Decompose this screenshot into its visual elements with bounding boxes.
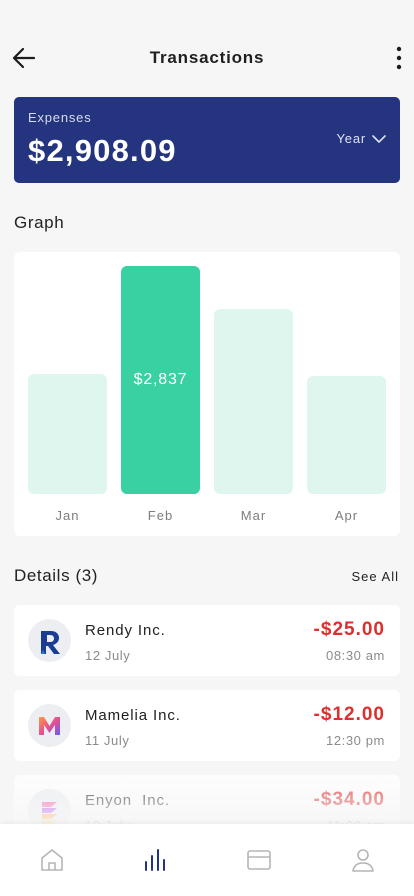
period-selector[interactable]: Year — [337, 131, 386, 146]
mamelia-logo-icon — [28, 704, 71, 747]
details-title: Details (3) — [14, 566, 99, 585]
expenses-label: Expenses — [28, 110, 92, 125]
home-icon[interactable] — [38, 846, 66, 874]
user-icon[interactable] — [349, 846, 377, 874]
expenses-card: Expenses $2,908.09 Year — [14, 97, 400, 183]
see-all-link[interactable]: See All — [352, 569, 399, 584]
period-label: Year — [336, 131, 366, 146]
transaction-name: Mamelia Inc. — [85, 707, 181, 724]
x-tick-label: Mar — [240, 508, 267, 523]
chevron-down-icon — [372, 134, 386, 143]
x-tick-label: Apr — [334, 508, 359, 523]
chart-card: Jan $2,837 Feb Mar Apr — [14, 252, 400, 536]
card-icon[interactable] — [245, 846, 273, 874]
transaction-date: 11 July — [85, 733, 130, 748]
bottom-tab-bar — [0, 824, 414, 896]
transaction-time: 12:30 pm — [325, 733, 385, 748]
bar-chart-icon[interactable] — [141, 846, 169, 874]
chart-bar-mar[interactable] — [214, 309, 293, 494]
app-header: Transactions — [0, 36, 414, 80]
bar-value-label: $2,837 — [133, 371, 188, 388]
expenses-amount: $2,908.09 — [28, 133, 177, 168]
x-tick-label: Feb — [147, 508, 174, 523]
graph-title: Graph — [14, 213, 65, 232]
transaction-amount: -$12.00 — [313, 704, 385, 725]
rendy-logo-icon — [28, 619, 71, 662]
x-tick-label: Jan — [55, 508, 80, 523]
chart-bar-apr[interactable] — [307, 376, 386, 494]
transaction-amount: -$25.00 — [313, 619, 385, 640]
transaction-row[interactable]: Mamelia Inc. 11 July -$12.00 12:30 pm — [14, 690, 400, 761]
transaction-time: 08:30 am — [325, 648, 385, 663]
more-vertical-icon[interactable] — [392, 44, 406, 72]
chart-bar-feb[interactable]: $2,837 — [121, 266, 200, 494]
transaction-name: Rendy Inc. — [85, 622, 166, 639]
transaction-amount: -$34.00 — [313, 789, 385, 810]
transaction-row[interactable]: Rendy Inc. 12 July -$25.00 08:30 am — [14, 605, 400, 676]
transaction-name: Enyon Inc. — [85, 792, 170, 809]
chart-bar-jan[interactable] — [28, 374, 107, 494]
transaction-date: 12 July — [85, 648, 131, 663]
page-title: Transactions — [149, 48, 265, 67]
